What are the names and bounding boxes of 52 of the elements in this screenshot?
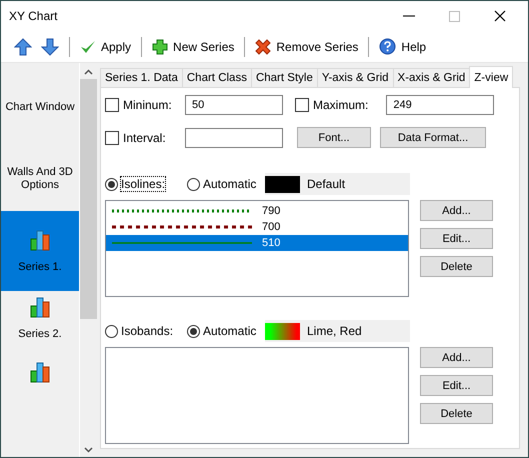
radio-button[interactable]: Isobands: bbox=[105, 324, 187, 338]
checkmark-icon bbox=[80, 38, 96, 54]
font-button[interactable]: Font... bbox=[297, 127, 371, 148]
color-label: Lime, Red bbox=[307, 324, 362, 338]
sidebar-item[interactable]: Walls And 3D Options bbox=[1, 147, 79, 211]
checkbox[interactable]: Maximum: bbox=[295, 98, 368, 112]
data-format-button[interactable]: Data Format... bbox=[380, 127, 486, 148]
dialog-button[interactable]: Edit... bbox=[420, 375, 493, 396]
minimize-icon[interactable] bbox=[403, 15, 415, 17]
down-arrow-icon bbox=[41, 38, 59, 56]
radio-button[interactable]: Isolines: bbox=[105, 177, 187, 191]
sidebar-item[interactable]: Series 1. bbox=[1, 211, 79, 291]
toolbar-button[interactable]: New Series bbox=[149, 36, 238, 56]
sidebar-item[interactable]: Series 2. bbox=[1, 291, 79, 345]
bar-chart-icon bbox=[29, 228, 51, 250]
radio-button[interactable]: Automatic bbox=[187, 177, 265, 191]
plus-icon bbox=[152, 38, 168, 54]
toolbar-button[interactable] bbox=[11, 36, 35, 58]
sidebar-item[interactable]: Chart Window bbox=[1, 67, 79, 147]
input-field[interactable]: 249 bbox=[386, 94, 494, 114]
dialog-button[interactable]: Delete bbox=[420, 256, 493, 277]
checkbox[interactable]: Interval: bbox=[105, 130, 185, 144]
dialog-button[interactable]: Add... bbox=[420, 347, 493, 368]
up-arrow-icon bbox=[14, 38, 32, 56]
cross-icon bbox=[255, 38, 272, 54]
bar-chart-icon bbox=[29, 361, 51, 383]
list-item[interactable]: 510 bbox=[106, 235, 408, 251]
toolbar-button[interactable]: Remove Series bbox=[252, 36, 362, 56]
input-field[interactable] bbox=[185, 128, 283, 148]
bar-chart-icon bbox=[29, 296, 51, 318]
scroll-up-icon[interactable] bbox=[84, 69, 93, 75]
list-item[interactable]: 700 bbox=[106, 219, 408, 235]
input-field[interactable]: 50 bbox=[185, 94, 283, 114]
toolbar-button[interactable]: Apply bbox=[77, 36, 134, 56]
radio-button[interactable]: Automatic bbox=[187, 324, 265, 338]
color-label: Default bbox=[307, 177, 346, 191]
tab[interactable]: Series 1. Data bbox=[100, 68, 183, 87]
scrollbar-thumb[interactable] bbox=[80, 79, 97, 319]
toolbar-button[interactable] bbox=[38, 36, 62, 58]
color-swatch[interactable] bbox=[265, 176, 300, 192]
scroll-down-icon[interactable] bbox=[84, 447, 93, 453]
dialog-button[interactable]: Delete bbox=[420, 403, 493, 424]
list-item[interactable]: 790 bbox=[106, 203, 408, 219]
dialog-button[interactable]: Add... bbox=[420, 200, 493, 221]
dialog-button[interactable]: Edit... bbox=[420, 228, 493, 249]
checkbox[interactable]: Mininum: bbox=[105, 98, 185, 112]
tab[interactable]: Z-view bbox=[469, 66, 514, 88]
color-swatch[interactable] bbox=[265, 322, 300, 340]
help-icon bbox=[379, 38, 396, 55]
close-icon[interactable] bbox=[494, 10, 506, 22]
window-title: XY Chart bbox=[9, 9, 58, 23]
toolbar-button[interactable]: Help bbox=[376, 36, 430, 57]
